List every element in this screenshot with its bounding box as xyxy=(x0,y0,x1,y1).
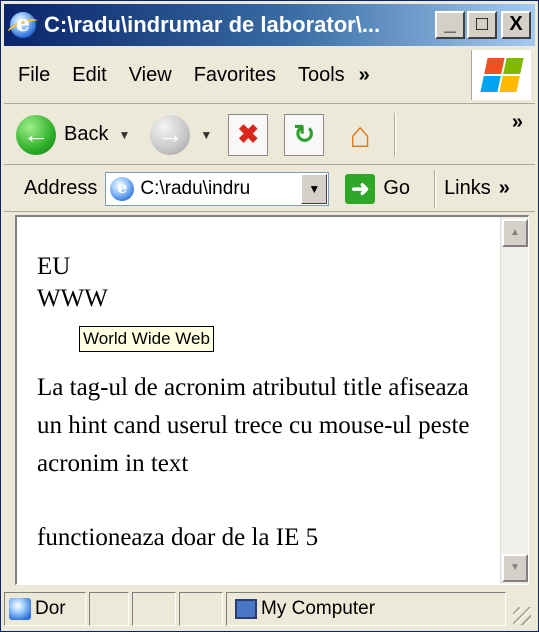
status-panel xyxy=(89,592,129,626)
maximize-button[interactable]: □ xyxy=(467,11,497,39)
my-computer-icon xyxy=(235,599,257,619)
forward-dropdown-icon[interactable]: ▼ xyxy=(200,128,212,142)
status-panel xyxy=(179,592,223,626)
acronym-www[interactable]: WWW xyxy=(37,283,487,315)
note-text: functioneaza doar de la IE 5 xyxy=(37,524,319,551)
toolbar-separator xyxy=(394,112,397,157)
stop-icon[interactable]: ✖ xyxy=(228,113,269,156)
close-button[interactable]: X xyxy=(501,11,531,39)
browser-window: C:\radu\indrumar de laborator\... _ □ X … xyxy=(0,0,539,632)
go-arrow-icon: ➜ xyxy=(345,173,376,204)
status-panel-main: Dor xyxy=(4,592,86,626)
back-dropdown-icon[interactable]: ▼ xyxy=(118,128,130,142)
menu-edit[interactable]: Edit xyxy=(72,64,106,87)
back-button-label[interactable]: Back xyxy=(64,123,108,146)
links-chevron-icon[interactable]: » xyxy=(499,177,510,200)
page-icon: e xyxy=(110,176,135,201)
page-content: EU WWW World Wide Web La tag-ul de acron… xyxy=(15,215,529,585)
forward-icon[interactable]: → xyxy=(150,114,191,155)
window-title: C:\radu\indrumar de laborator\... xyxy=(44,12,381,37)
address-separator xyxy=(434,169,437,208)
status-zone-panel: My Computer xyxy=(226,592,506,626)
scroll-down-icon[interactable]: ▼ xyxy=(502,554,528,582)
address-input[interactable]: e C:\radu\indru ▼ xyxy=(105,171,330,206)
minimize-button[interactable]: _ xyxy=(435,11,465,39)
address-value[interactable]: C:\radu\indru xyxy=(140,178,298,200)
title-bar[interactable]: C:\radu\indrumar de laborator\... _ □ X xyxy=(4,4,535,46)
windows-logo xyxy=(471,50,531,100)
back-icon[interactable]: ← xyxy=(16,114,56,155)
resize-grip-icon[interactable] xyxy=(513,607,531,625)
menu-bar: File Edit View Favorites Tools » xyxy=(4,48,535,104)
ie-logo-icon xyxy=(10,11,36,38)
home-icon[interactable]: ⌂ xyxy=(340,114,380,156)
status-panel xyxy=(132,592,176,626)
go-label: Go xyxy=(383,177,411,199)
paragraph-text: La tag-ul de acronim atributul title afi… xyxy=(37,374,470,477)
menu-overflow-chevron-icon[interactable]: » xyxy=(359,64,370,87)
go-button[interactable]: ➜ Go xyxy=(345,173,411,204)
page-status-icon xyxy=(9,598,31,620)
vertical-scrollbar[interactable]: ▲ ▼ xyxy=(500,217,528,584)
status-text: Dor xyxy=(35,598,66,619)
links-button[interactable]: Links xyxy=(444,177,491,200)
menu-tools[interactable]: Tools xyxy=(298,64,345,87)
windows-flag-icon xyxy=(479,58,524,92)
standard-toolbar: ← Back ▼ → ▼ ✖ ↻ ⌂ » xyxy=(4,105,535,165)
menu-view[interactable]: View xyxy=(129,64,172,87)
address-dropdown-icon[interactable]: ▼ xyxy=(301,173,328,204)
scroll-up-icon[interactable]: ▲ xyxy=(502,219,528,247)
menu-file[interactable]: File xyxy=(18,64,50,87)
status-bar: Dor My Computer xyxy=(4,589,535,629)
address-label: Address xyxy=(24,177,98,199)
zone-text: My Computer xyxy=(261,598,376,619)
address-bar: Address e C:\radu\indru ▼ ➜ Go Links » xyxy=(4,166,535,212)
toolbar-overflow-chevron-icon[interactable]: » xyxy=(512,111,523,134)
document-body: EU WWW xyxy=(37,251,487,315)
text-eu: EU xyxy=(37,253,71,280)
refresh-icon[interactable]: ↻ xyxy=(284,113,325,156)
menu-favorites[interactable]: Favorites xyxy=(194,64,276,87)
acronym-tooltip: World Wide Web xyxy=(79,326,214,352)
caption-buttons: _ □ X xyxy=(435,11,531,39)
